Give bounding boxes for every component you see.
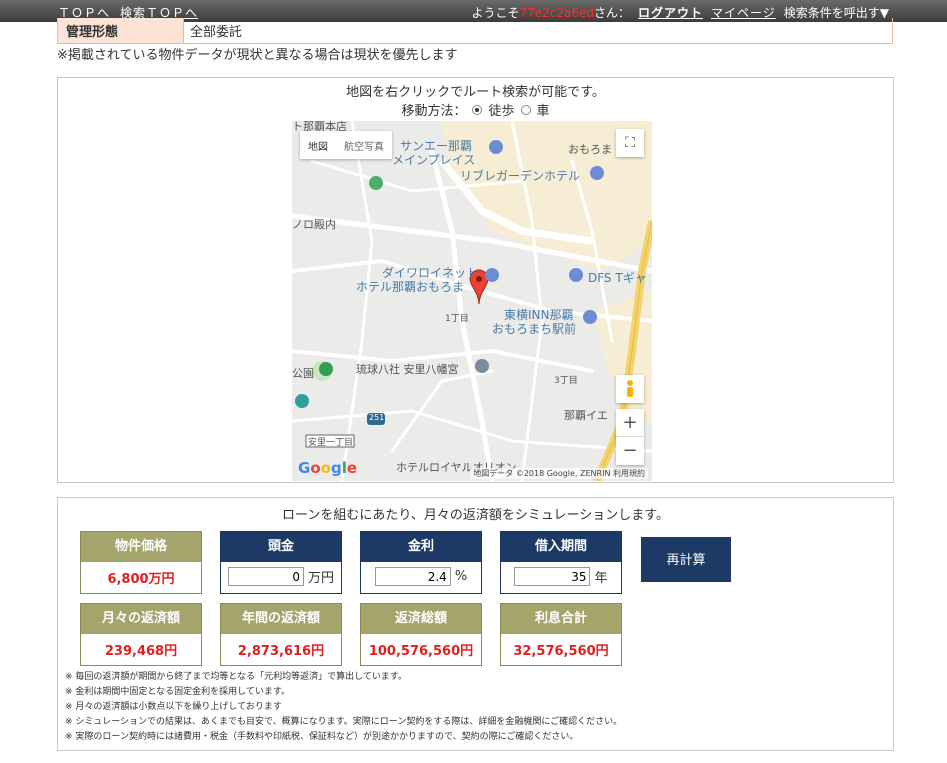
map-caption: 地図を右クリックでルート検索が可能です。 xyxy=(346,85,605,100)
interest-rate-label: 金利 xyxy=(361,532,481,562)
interest-total-value: 32,576,560円 xyxy=(513,644,609,659)
loan-period-label: 借入期間 xyxy=(501,532,621,562)
car-radio[interactable] xyxy=(520,104,531,115)
yearly-payment-card: 年間の返済額 2,873,616円 xyxy=(220,603,342,666)
fullscreen-icon[interactable]: ⛶ xyxy=(616,129,644,157)
google-map[interactable]: ト那覇本店 サンエー那覇 メインプレイス おもろま リブレガーデンホテル ノロ殿… xyxy=(292,121,652,481)
monthly-payment-value: 239,468円 xyxy=(104,644,178,659)
loan-period-input[interactable] xyxy=(514,567,591,586)
map-type-control: 地図 航空写真 xyxy=(300,131,392,159)
travel-mode-label: 移動方法： xyxy=(401,104,467,119)
price-card: 物件価格 6,800万円 xyxy=(80,531,202,594)
map-label-asato: 安里一丁目 xyxy=(308,438,354,448)
total-payment-label: 返済総額 xyxy=(361,604,481,634)
walk-option-label[interactable]: 徒歩 xyxy=(488,100,514,119)
loan-simulator: ローンを組むにあたり、月々の返済額をシミュレーションします。 物件価格 6,80… xyxy=(57,497,894,751)
total-payment-value: 100,576,560円 xyxy=(368,644,474,659)
interest-rate-card: 金利 % xyxy=(360,531,482,594)
down-payment-card: 頭金 万円 xyxy=(220,531,342,594)
yearly-payment-value: 2,873,616円 xyxy=(237,644,325,659)
car-option-label[interactable]: 車 xyxy=(537,100,550,119)
down-payment-unit: 万円 xyxy=(307,571,334,586)
map-label-toyoko-2: おもろまち駅前 xyxy=(492,322,577,336)
map-label-daiwa-2: ホテル那覇おもろま xyxy=(356,280,465,294)
zoom-out-button[interactable]: − xyxy=(616,437,644,465)
data-notice: ※掲載されている物件データが現状と異なる場合は現状を優先します xyxy=(57,48,458,63)
interest-total-card: 利息合計 32,576,560円 xyxy=(500,603,622,666)
zoom-in-button[interactable]: + xyxy=(616,409,644,437)
zoom-control: + − xyxy=(616,409,644,465)
walk-radio[interactable] xyxy=(472,104,483,115)
monthly-payment-label: 月々の返済額 xyxy=(81,604,201,634)
interest-rate-unit: % xyxy=(454,569,468,584)
loan-period-card: 借入期間 年 xyxy=(500,531,622,594)
price-value: 6,800万円 xyxy=(107,572,175,587)
map-label-ribure: リブレガーデンホテル xyxy=(460,169,581,183)
map-label-nahai: 那覇イエ xyxy=(564,409,608,422)
travel-mode-selector: 移動方法： 徒歩 車 xyxy=(58,100,893,119)
pegman-icon[interactable] xyxy=(616,375,644,403)
map-label-dfs: DFS Tギャ xyxy=(588,271,647,285)
down-payment-label: 頭金 xyxy=(221,532,341,562)
map-type-roadmap[interactable]: 地図 xyxy=(300,131,336,159)
map-label-noro: ノロ殿内 xyxy=(292,218,336,231)
management-label: 管理形態 xyxy=(58,18,184,43)
map-section: 地図を右クリックでルート検索が可能です。 移動方法： 徒歩 車 ト那覇本店 サン… xyxy=(57,77,894,483)
map-label-ryukyu: 琉球八社 安里八幡宮 xyxy=(356,363,459,376)
loan-note: ※ 月々の返済額は小数点以下を繰り上げしております xyxy=(65,702,282,712)
loan-note: ※ 毎回の返済額が期間から終了まで均等となる「元利均等返済」で算出しています。 xyxy=(65,672,407,682)
interest-total-label: 利息合計 xyxy=(501,604,621,634)
management-value: 全部委託 xyxy=(190,25,243,40)
down-payment-input[interactable] xyxy=(227,567,304,586)
loan-note: ※ 金利は期間中固定となる固定金利を採用しています。 xyxy=(65,687,290,697)
map-type-satellite[interactable]: 航空写真 xyxy=(336,131,392,159)
yearly-payment-label: 年間の返済額 xyxy=(221,604,341,634)
recalculate-button[interactable]: 再計算 xyxy=(641,537,731,582)
map-label-omoro: おもろま xyxy=(568,143,612,156)
map-label-chome-1: 1丁目 xyxy=(445,314,469,324)
map-label-chome-3: 3丁目 xyxy=(554,376,578,386)
management-row: 管理形態 全部委託 xyxy=(57,18,893,44)
monthly-payment-card: 月々の返済額 239,468円 xyxy=(80,603,202,666)
interest-rate-input[interactable] xyxy=(374,567,451,586)
loan-caption: ローンを組むにあたり、月々の返済額をシミュレーションします。 xyxy=(281,508,669,523)
google-logo: Google xyxy=(298,459,358,477)
map-label-park: 公園 xyxy=(292,367,314,380)
loan-period-unit: 年 xyxy=(594,571,608,586)
map-label-route: 251 xyxy=(369,413,385,422)
loan-notes: ※ 毎回の返済額が期間から終了まで均等となる「元利均等返済」で算出しています。 … xyxy=(65,670,622,745)
loan-note: ※ シミュレーションでの結果は、あくまでも目安で、概算になります。実際にローン契… xyxy=(65,717,623,727)
total-payment-card: 返済総額 100,576,560円 xyxy=(360,603,482,666)
price-label: 物件価格 xyxy=(81,532,201,562)
loan-note: ※ 実際のローン契約時には諸費用・税金（手数料や印紙税、保証料など）が別途かかり… xyxy=(65,732,579,742)
map-attribution[interactable]: 地図データ ©2018 Google, ZENRIN 利用規約 xyxy=(470,468,648,479)
map-label-sanei-2: メインプレイス xyxy=(392,153,476,167)
